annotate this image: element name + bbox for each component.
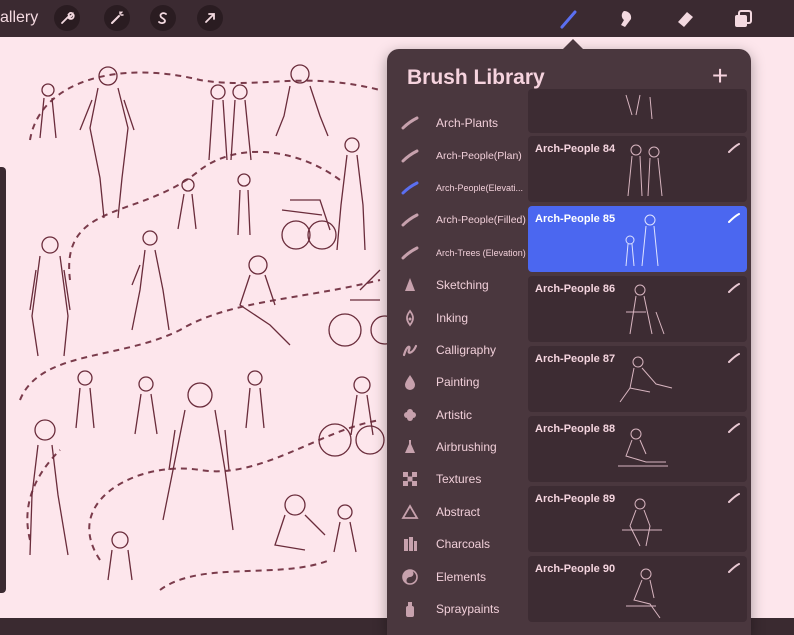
category-spraypaints[interactable]: Spraypaints xyxy=(387,593,527,625)
selection-s-icon[interactable] xyxy=(150,5,176,31)
brush-preview xyxy=(619,356,673,403)
brush-item-84[interactable]: Arch-People 84 xyxy=(528,136,747,202)
flower-icon xyxy=(400,405,420,425)
yin-yang-icon xyxy=(400,567,420,587)
layers-icon[interactable] xyxy=(730,6,756,32)
brush-stroke-icon xyxy=(400,210,420,230)
brush-stroke-icon xyxy=(728,563,740,573)
category-abstract[interactable]: Abstract xyxy=(387,496,527,528)
category-inking[interactable]: Inking xyxy=(387,301,527,333)
drop-icon xyxy=(400,372,420,392)
brush-category-list: Arch-Plants Arch-People(Plan) Arch-Peopl… xyxy=(387,107,527,625)
panel-pointer xyxy=(563,39,583,49)
transform-arrow-icon[interactable] xyxy=(197,5,223,31)
category-elements[interactable]: Elements xyxy=(387,560,527,592)
calligraphy-icon xyxy=(400,340,420,360)
category-charcoals[interactable]: Charcoals xyxy=(387,528,527,560)
brush-size-slider[interactable] xyxy=(0,167,6,593)
category-arch-plants[interactable]: Arch-Plants xyxy=(387,107,527,139)
smudge-icon[interactable] xyxy=(614,6,640,32)
brush-item-89[interactable]: Arch-People 89 xyxy=(528,486,747,552)
brush-stroke-icon xyxy=(728,493,740,503)
texture-icon xyxy=(400,469,420,489)
brush-library-panel: Brush Library + Arch-Plants Arch-People(… xyxy=(387,49,751,635)
brush-preview xyxy=(625,94,653,120)
add-brush-button[interactable]: + xyxy=(707,62,733,90)
category-arch-people-elevation[interactable]: Arch-People(Elevati... xyxy=(387,172,527,204)
brush-stroke-icon xyxy=(728,283,740,293)
brush-item-86[interactable]: Arch-People 86 xyxy=(528,276,747,342)
category-painting[interactable]: Painting xyxy=(387,366,527,398)
charcoal-icon xyxy=(400,534,420,554)
airbrush-icon xyxy=(400,437,420,457)
category-calligraphy[interactable]: Calligraphy xyxy=(387,334,527,366)
brush-stroke-icon xyxy=(400,146,420,166)
brush-item-90[interactable]: Arch-People 90 xyxy=(528,556,747,622)
category-airbrushing[interactable]: Airbrushing xyxy=(387,431,527,463)
brush-stroke-icon xyxy=(728,423,740,433)
brush-stroke-icon xyxy=(728,143,740,153)
brush-item-85[interactable]: Arch-People 85 xyxy=(528,206,747,272)
brush-item-88[interactable]: Arch-People 88 xyxy=(528,416,747,482)
category-textures[interactable]: Textures xyxy=(387,463,527,495)
category-arch-people-filled[interactable]: Arch-People(Filled) xyxy=(387,204,527,236)
eraser-icon[interactable] xyxy=(672,6,698,32)
panel-title: Brush Library xyxy=(407,66,545,89)
brush-item-83[interactable] xyxy=(528,89,747,133)
brush-preview xyxy=(625,214,659,267)
brush-stroke-icon xyxy=(400,243,420,263)
top-toolbar: allery xyxy=(0,0,794,37)
brush-stroke-icon xyxy=(400,113,420,133)
brush-preview xyxy=(627,144,663,197)
brush-icon[interactable] xyxy=(556,6,582,32)
triangle-icon xyxy=(400,502,420,522)
pencil-tip-icon xyxy=(400,275,420,295)
brush-preview xyxy=(626,568,661,619)
gallery-button[interactable]: allery xyxy=(0,9,38,27)
brush-stroke-icon xyxy=(728,213,740,223)
brush-stroke-icon xyxy=(728,353,740,363)
wrench-icon[interactable] xyxy=(54,5,80,31)
brush-item-87[interactable]: Arch-People 87 xyxy=(528,346,747,412)
category-arch-people-plan[interactable]: Arch-People(Plan) xyxy=(387,139,527,171)
brush-preview xyxy=(626,284,665,335)
ink-nib-icon xyxy=(400,308,420,328)
magic-wand-icon[interactable] xyxy=(104,5,130,31)
brush-preview xyxy=(622,498,662,547)
spraycan-icon xyxy=(400,599,420,619)
brush-preview xyxy=(618,428,668,467)
category-artistic[interactable]: Artistic xyxy=(387,399,527,431)
category-sketching[interactable]: Sketching xyxy=(387,269,527,301)
category-arch-trees-elevation[interactable]: Arch-Trees (Elevation) xyxy=(387,237,527,269)
brush-stroke-blue-icon xyxy=(400,178,420,198)
